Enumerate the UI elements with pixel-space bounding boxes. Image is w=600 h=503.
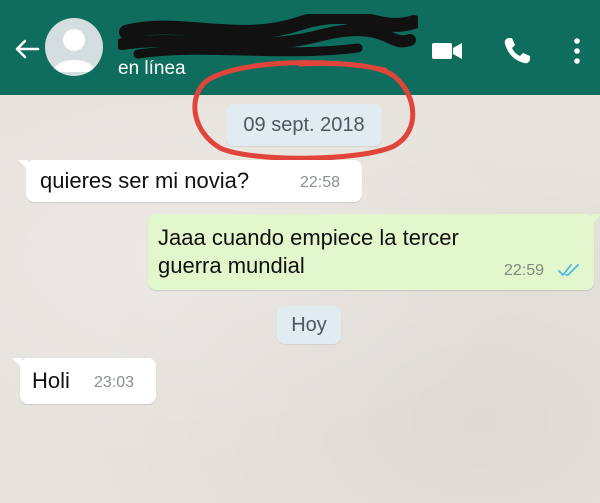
- message-bubble-incoming[interactable]: Holi 23:03: [12, 358, 156, 404]
- message-text: Holi: [32, 368, 70, 393]
- double-check-icon: [558, 264, 579, 276]
- date-chip: Hoy: [277, 306, 341, 344]
- chat-area[interactable]: [0, 95, 600, 503]
- message-text: quieres ser mi novia?: [40, 168, 250, 193]
- avatar[interactable]: [45, 18, 103, 76]
- contact-status: en línea: [118, 58, 186, 79]
- avatar-icon: [53, 29, 95, 72]
- chat-header: en línea: [0, 0, 600, 95]
- message-text: Jaaa cuando empiece la tercer guerra mun…: [158, 225, 459, 278]
- message-bubble-incoming[interactable]: quieres ser mi novia? 22:58: [18, 160, 362, 202]
- video-camera-icon: [432, 43, 462, 59]
- phone-icon: [504, 38, 530, 64]
- menu-button[interactable]: [566, 34, 588, 68]
- message-time: 23:03: [94, 374, 135, 391]
- message-bubble-outgoing[interactable]: Jaaa cuando empiece la tercer guerra mun…: [148, 214, 600, 290]
- back-button[interactable]: [12, 34, 42, 64]
- arrow-left-icon: [15, 39, 40, 59]
- more-vertical-icon: [574, 38, 580, 64]
- message-time: 22:59: [504, 262, 545, 279]
- message-time: 22:58: [300, 174, 341, 191]
- voice-call-button[interactable]: [500, 34, 534, 68]
- date-chip: 09 sept. 2018: [226, 104, 382, 146]
- video-call-button[interactable]: [430, 34, 464, 68]
